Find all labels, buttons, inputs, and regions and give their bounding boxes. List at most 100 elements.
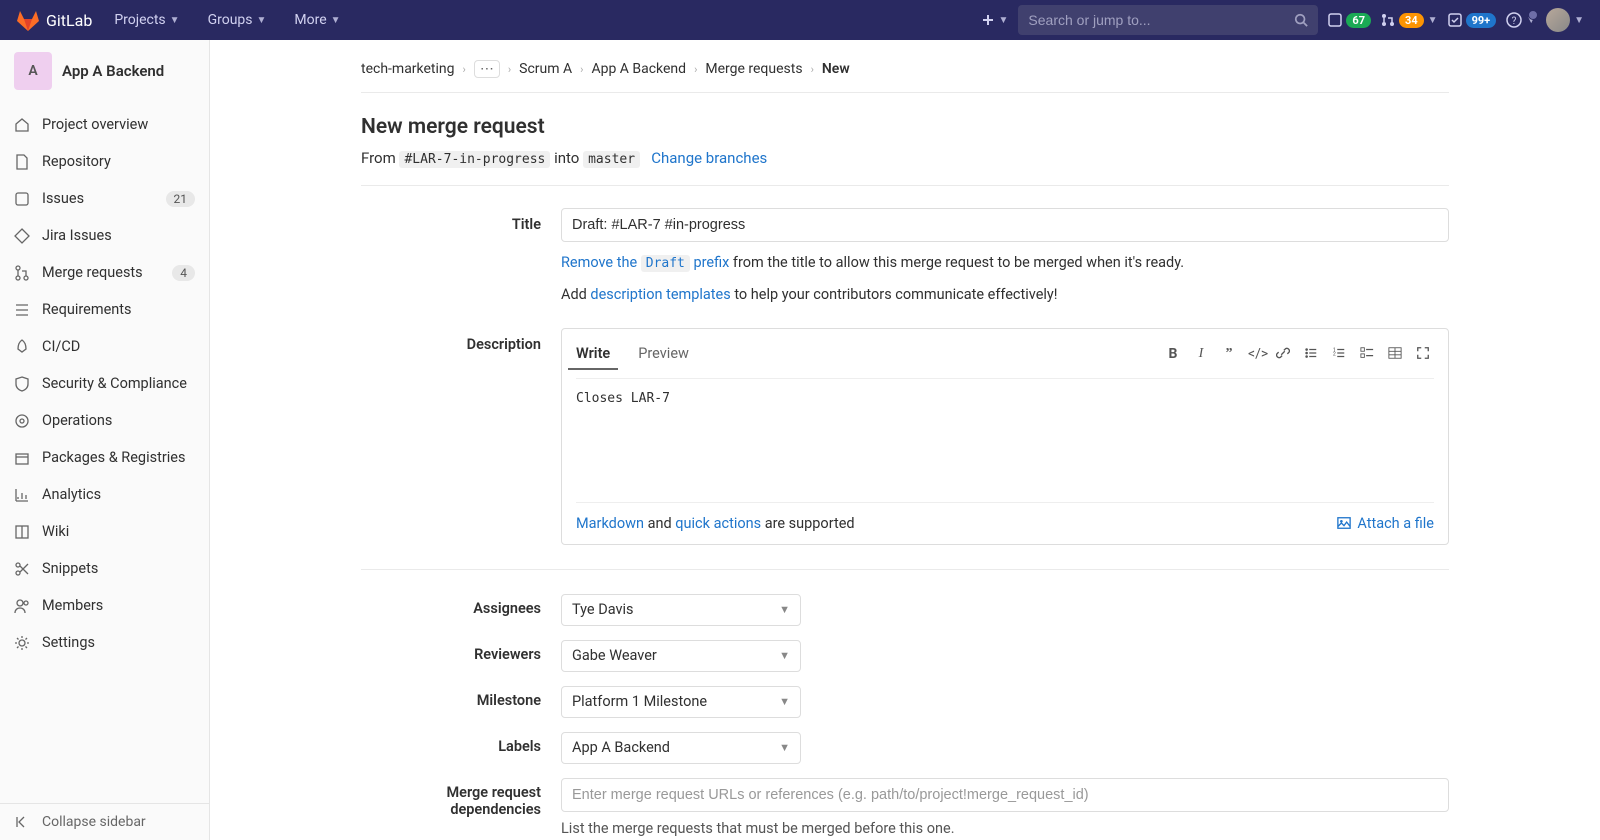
sidebar-item-label: Operations xyxy=(42,412,112,429)
search-input[interactable] xyxy=(1028,12,1294,28)
menu-groups[interactable]: Groups▼ xyxy=(198,6,277,34)
sidebar-item-label: Wiki xyxy=(42,523,69,540)
sidebar-item-merge-requests[interactable]: Merge requests4 xyxy=(0,254,209,291)
fullscreen-button[interactable] xyxy=(1416,346,1434,362)
rocket-icon xyxy=(14,339,30,355)
sidebar-item-repository[interactable]: Repository xyxy=(0,143,209,180)
help-button[interactable]: ? ▼ xyxy=(1506,12,1536,28)
collapse-label: Collapse sidebar xyxy=(42,814,146,830)
project-name: App A Backend xyxy=(62,62,164,80)
editor-toolbar: B I ” </> 12 xyxy=(1164,346,1434,362)
description-templates-link[interactable]: description templates xyxy=(590,286,730,303)
svg-text:2: 2 xyxy=(1333,352,1336,358)
sidebar-item-settings[interactable]: Settings xyxy=(0,624,209,661)
chevron-down-icon: ▼ xyxy=(331,15,341,26)
list-icon xyxy=(14,302,30,318)
project-avatar: A xyxy=(14,52,52,90)
search-box[interactable] xyxy=(1018,5,1318,35)
description-label: Description xyxy=(361,328,561,353)
dependencies-input[interactable] xyxy=(561,778,1449,812)
change-branches-link[interactable]: Change branches xyxy=(651,149,767,167)
description-editor: Write Preview B I ” </> 12 xyxy=(561,328,1449,545)
attach-file-button[interactable]: Attach a file xyxy=(1337,515,1434,532)
sidebar-item-requirements[interactable]: Requirements xyxy=(0,291,209,328)
chevron-down-icon: ▼ xyxy=(257,15,267,26)
mr-counter[interactable]: 34 ▼ xyxy=(1381,13,1438,28)
title-input[interactable] xyxy=(561,208,1449,242)
title-row: Title Remove the Draft prefix from the t… xyxy=(361,208,1449,306)
milestone-label: Milestone xyxy=(361,686,561,709)
issues-counter[interactable]: 67 xyxy=(1328,13,1371,28)
sidebar-item-label: Issues xyxy=(42,190,84,207)
table-button[interactable] xyxy=(1388,346,1406,362)
sidebar-item-snippets[interactable]: Snippets xyxy=(0,550,209,587)
collapse-sidebar[interactable]: Collapse sidebar xyxy=(0,803,209,840)
markdown-link[interactable]: Markdown xyxy=(576,515,644,532)
project-context[interactable]: A App A Backend xyxy=(0,40,209,102)
menu-more[interactable]: More▼ xyxy=(284,6,350,34)
scissors-icon xyxy=(14,561,30,577)
sidebar-item-jira[interactable]: Jira Issues xyxy=(0,217,209,254)
collapse-icon xyxy=(14,814,30,830)
sidebar-item-security[interactable]: Security & Compliance xyxy=(0,365,209,402)
source-branch: #LAR-7-in-progress xyxy=(399,151,550,168)
book-icon xyxy=(14,524,30,540)
title-label: Title xyxy=(361,208,561,233)
assignees-row: Assignees Tye Davis▼ xyxy=(361,594,1449,626)
sidebar-item-label: Snippets xyxy=(42,560,98,577)
gitlab-logo[interactable]: GitLab xyxy=(16,8,92,32)
reviewers-select[interactable]: Gabe Weaver▼ xyxy=(561,640,801,672)
sidebar-item-label: Members xyxy=(42,597,103,614)
sidebar-item-cicd[interactable]: CI/CD xyxy=(0,328,209,365)
bullet-list-button[interactable] xyxy=(1304,346,1322,362)
remove-draft-link[interactable]: Remove the Draft prefix xyxy=(561,254,729,271)
milestone-select[interactable]: Platform 1 Milestone▼ xyxy=(561,686,801,718)
assignees-label: Assignees xyxy=(361,594,561,617)
todos-counter[interactable]: 99+ xyxy=(1448,13,1497,28)
issues-badge: 67 xyxy=(1346,13,1371,28)
target-branch: master xyxy=(583,151,640,168)
chevron-down-icon: ▼ xyxy=(170,15,180,26)
sidebar-item-overview[interactable]: Project overview xyxy=(0,106,209,143)
tab-write[interactable]: Write xyxy=(568,339,618,370)
sidebar-item-members[interactable]: Members xyxy=(0,587,209,624)
chevron-down-icon: ▼ xyxy=(779,741,790,754)
chevron-down-icon: ▼ xyxy=(1574,15,1584,26)
chevron-down-icon: ▼ xyxy=(779,695,790,708)
crumb-project[interactable]: App A Backend xyxy=(591,61,686,77)
user-menu[interactable]: ▼ xyxy=(1546,8,1584,32)
top-menu: Projects▼ Groups▼ More▼ xyxy=(104,6,350,34)
mr-count: 4 xyxy=(172,265,195,281)
sidebar-item-packages[interactable]: Packages & Registries xyxy=(0,439,209,476)
reviewers-row: Reviewers Gabe Weaver▼ xyxy=(361,640,1449,672)
bold-button[interactable]: B xyxy=(1164,346,1182,362)
labels-label: Labels xyxy=(361,732,561,755)
menu-projects[interactable]: Projects▼ xyxy=(104,6,189,34)
tab-preview[interactable]: Preview xyxy=(630,339,697,370)
create-new-button[interactable]: ▼ xyxy=(981,13,1009,27)
numbered-list-button[interactable]: 12 xyxy=(1332,346,1350,362)
quick-actions-link[interactable]: quick actions xyxy=(675,515,761,532)
labels-select[interactable]: App A Backend▼ xyxy=(561,732,801,764)
labels-row: Labels App A Backend▼ xyxy=(361,732,1449,764)
crumb-scrum-a[interactable]: Scrum A xyxy=(519,61,572,77)
sidebar-nav: Project overview Repository Issues21 Jir… xyxy=(0,102,209,803)
description-textarea[interactable] xyxy=(576,378,1434,498)
sidebar-item-analytics[interactable]: Analytics xyxy=(0,476,209,513)
crumb-mr[interactable]: Merge requests xyxy=(705,61,802,77)
crumb-tech-marketing[interactable]: tech-marketing xyxy=(361,61,455,77)
sidebar-item-operations[interactable]: Operations xyxy=(0,402,209,439)
sidebar-item-wiki[interactable]: Wiki xyxy=(0,513,209,550)
sidebar-item-issues[interactable]: Issues21 xyxy=(0,180,209,217)
assignees-select[interactable]: Tye Davis▼ xyxy=(561,594,801,626)
italic-button[interactable]: I xyxy=(1192,346,1210,362)
operations-icon xyxy=(14,413,30,429)
chevron-down-icon: ▼ xyxy=(999,15,1009,26)
sidebar: A App A Backend Project overview Reposit… xyxy=(0,40,210,840)
link-button[interactable] xyxy=(1276,346,1294,362)
quote-button[interactable]: ” xyxy=(1220,346,1238,362)
code-button[interactable]: </> xyxy=(1248,346,1266,362)
crumb-ellipsis[interactable]: ⋯ xyxy=(474,60,500,78)
chevron-down-icon: ▼ xyxy=(1428,15,1438,26)
task-list-button[interactable] xyxy=(1360,346,1378,362)
